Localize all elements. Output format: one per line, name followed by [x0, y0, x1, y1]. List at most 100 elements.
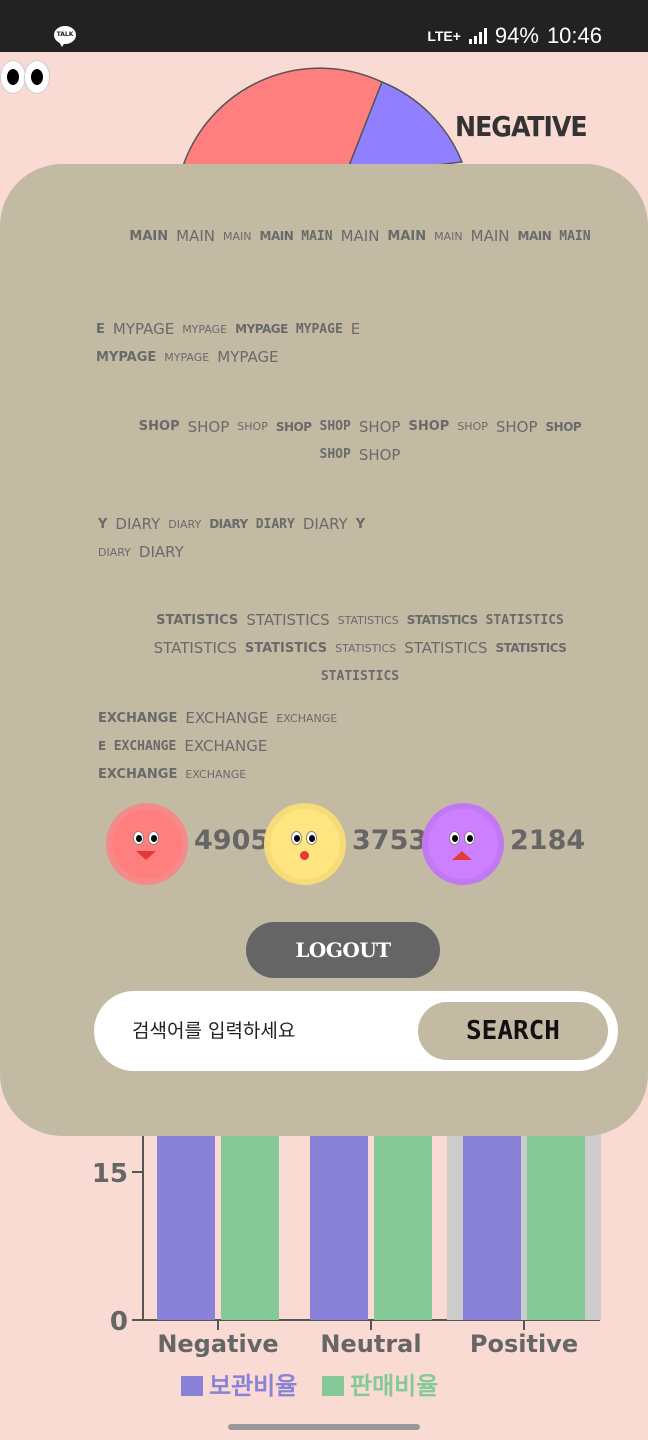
exchange-label: E — [98, 739, 106, 753]
logout-button[interactable]: LOGOUT — [246, 922, 440, 978]
kakaotalk-notification-icon: TALK — [54, 26, 76, 47]
neutral-face-icon — [264, 803, 346, 885]
search-input[interactable] — [132, 1011, 402, 1051]
exchange-label: EXCHANGE — [185, 709, 269, 727]
negative-face-icon — [106, 803, 188, 885]
x-label-neutral: Neutral — [320, 1330, 421, 1358]
nav-item-shop[interactable]: SHOP SHOP SHOP SHOP SHOP SHOP SHOP SHOP SHOP SHOP… — [120, 412, 600, 469]
main-label: MAIN — [517, 229, 552, 243]
statistics-label: STATISTICS — [495, 641, 567, 655]
diary-label: DIARY — [255, 517, 295, 532]
x-label-negative: Negative — [157, 1330, 278, 1358]
legend-label-storage: 보관비율 — [209, 1372, 297, 1400]
status-bar: TALK LTE+ 94% 10:46 — [0, 0, 648, 52]
statistics-label: STATISTICS — [485, 613, 564, 628]
mypage-label: MYPAGE — [217, 348, 279, 366]
status-right: LTE+ 94% 10:46 — [427, 22, 602, 50]
eyes-logo-icon[interactable] — [0, 60, 52, 96]
exchange-label: EXCHANGE — [98, 767, 178, 782]
diary-label: Y — [355, 517, 366, 532]
statistics-label: STATISTICS — [337, 614, 399, 627]
statistics-label: STATISTICS — [320, 669, 400, 684]
nav-item-exchange[interactable]: EXCHANGE EXCHANGE EXCHANGE E EXCHANGE EXCHANG… — [94, 704, 344, 788]
bar-positive-storage — [463, 1120, 521, 1320]
network-type: LTE+ — [427, 28, 461, 44]
legend-swatch-storage — [181, 1376, 203, 1396]
diary-label: DIARY — [302, 515, 348, 533]
exchange-label: EXCHANGE — [185, 768, 247, 781]
pie-title: NEGATIVE — [455, 110, 588, 143]
sentiment-counts: 4905 3753 2184 — [106, 803, 586, 885]
y-tick-0: 0 — [110, 1307, 128, 1337]
diary-label: DIARY — [209, 517, 248, 531]
bar-neutral-storage — [310, 1120, 368, 1320]
statistics-label: STATISTICS — [156, 613, 239, 628]
legend-swatch-sales — [322, 1376, 344, 1396]
search-bar: SEARCH — [94, 991, 618, 1071]
shop-label: SHOP — [457, 419, 488, 433]
bar-neutral-sales — [374, 1120, 432, 1320]
bar-negative-sales — [221, 1120, 279, 1320]
diary-label: Y — [98, 517, 108, 532]
nav-item-mypage[interactable]: E MYPAGE MYPAGE MYPAGE MYPAGE E MYPAGE MYPAGE MY… — [92, 315, 382, 371]
negative-count: 4905 — [194, 825, 270, 856]
positive-count: 2184 — [510, 825, 586, 856]
diary-label: DIARY — [115, 515, 161, 533]
main-label: MAIN — [129, 229, 169, 244]
clock: 10:46 — [546, 23, 602, 48]
home-indicator[interactable] — [228, 1424, 420, 1430]
exchange-label: EXCHANGE — [276, 712, 338, 725]
neutral-count: 3753 — [352, 825, 428, 856]
main-label: MAIN — [559, 229, 591, 244]
shop-label: SHOP — [495, 417, 538, 436]
main-label: MAIN — [259, 229, 294, 243]
bar-negative-storage — [157, 1120, 215, 1320]
ratio-bar-chart: 15 0 Negative Neutral Positive 보관비율 판매비율 — [92, 1120, 601, 1400]
statistics-label: STATISTICS — [404, 639, 488, 657]
mypage-label: E — [96, 322, 105, 337]
main-label: MAIN — [387, 229, 427, 244]
diary-label: DIARY — [168, 518, 202, 531]
main-label: MAIN — [176, 227, 215, 245]
shop-label: SHOP — [545, 419, 582, 434]
statistics-label: STATISTICS — [406, 613, 478, 627]
mypage-label: MYPAGE — [112, 320, 175, 338]
main-label: MAIN — [340, 227, 380, 245]
battery-level: 94% — [494, 23, 539, 48]
mypage-label: MYPAGE — [182, 323, 228, 336]
shop-label: SHOP — [237, 419, 268, 433]
nav-item-diary[interactable]: Y DIARY DIARY DIARY DIARY DIARY Y DIARY DIARY — [94, 510, 384, 566]
exchange-label: EXCHANGE — [113, 739, 177, 754]
search-button[interactable]: SEARCH — [418, 1002, 608, 1060]
main-label: MAIN — [301, 229, 333, 244]
mypage-label: MYPAGE — [295, 322, 343, 337]
statistics-label: STATISTICS — [153, 639, 237, 657]
shop-label: SHOP — [187, 417, 230, 436]
main-label: MAIN — [470, 227, 510, 245]
shop-label: SHOP — [319, 418, 351, 434]
mypage-label: MYPAGE — [96, 350, 157, 365]
mypage-label: MYPAGE — [235, 322, 288, 336]
sentiment-pie-chart — [180, 67, 464, 176]
statistics-label: STATISTICS — [335, 642, 397, 655]
shop-label: SHOP — [408, 418, 450, 434]
signal-icon — [468, 28, 487, 44]
main-label: MAIN — [223, 230, 252, 243]
diary-label: DIARY — [98, 546, 131, 559]
shop-label: SHOP — [275, 419, 312, 434]
exchange-label: EXCHANGE — [98, 711, 178, 726]
positive-face-icon — [422, 803, 504, 885]
y-tick-15: 15 — [92, 1159, 128, 1189]
navigation-menu-overlay: MAIN MAIN MAIN MAIN MAIN MAIN MAIN MAIN MAIN MAIN… — [0, 164, 648, 1136]
bar-positive-sales — [527, 1120, 585, 1320]
nav-item-main[interactable]: MAIN MAIN MAIN MAIN MAIN MAIN MAIN MAIN MAIN MAIN… — [120, 222, 600, 250]
x-label-positive: Positive — [470, 1330, 578, 1358]
main-label: MAIN — [434, 230, 463, 243]
legend-label-sales: 판매비율 — [350, 1372, 438, 1400]
nav-item-statistics[interactable]: STATISTICS STATISTICS STATISTICS STATISTICS… — [140, 606, 580, 690]
shop-label: SHOP — [358, 446, 401, 464]
mypage-label: MYPAGE — [164, 351, 210, 364]
shop-label: SHOP — [138, 418, 180, 434]
statistics-label: STATISTICS — [246, 611, 330, 629]
shop-label: SHOP — [358, 417, 401, 436]
